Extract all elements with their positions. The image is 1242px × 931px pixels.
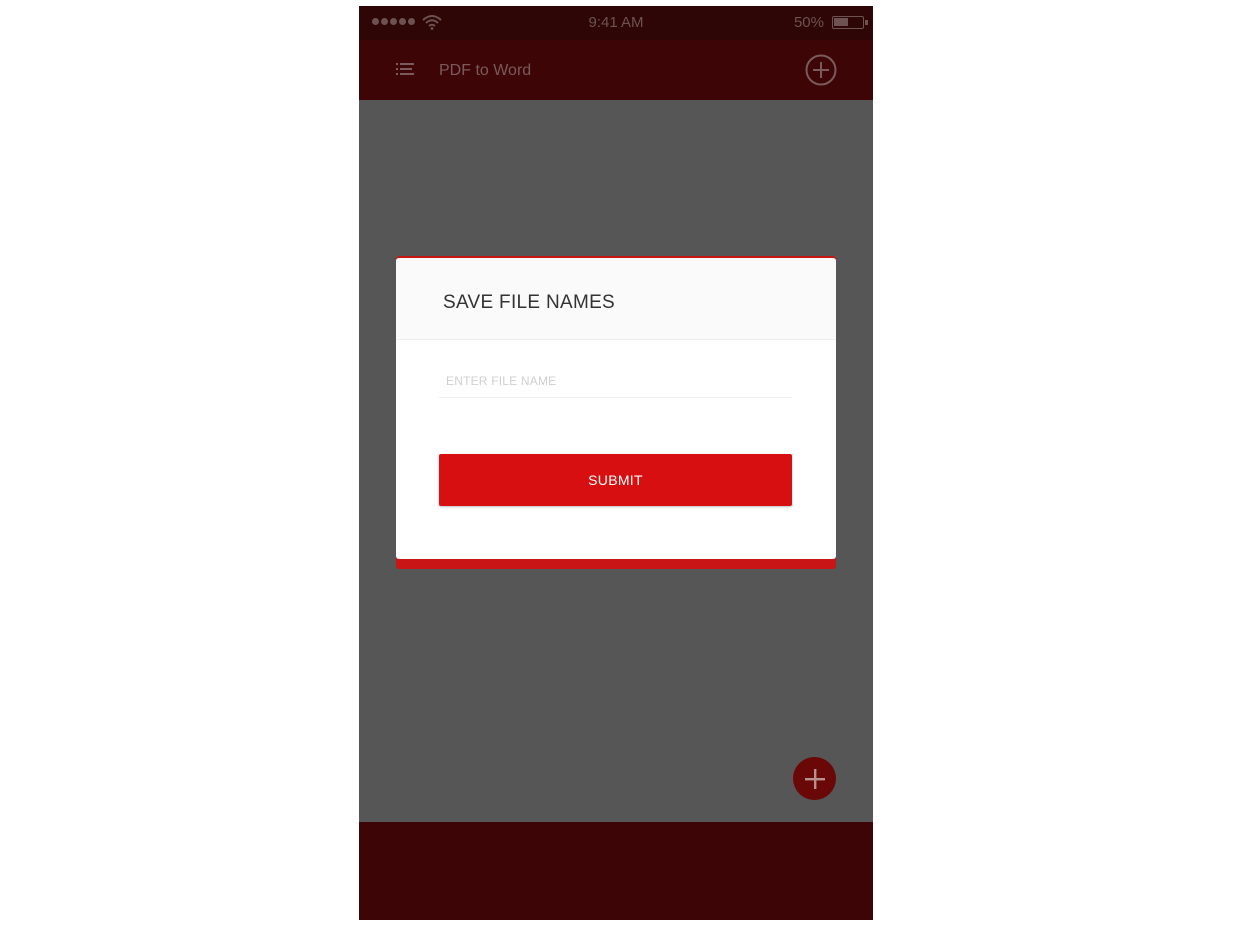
battery-percentage: 50% xyxy=(793,14,824,31)
app-bar: PDF to Word xyxy=(359,40,873,100)
plus-circle-icon[interactable] xyxy=(805,54,837,86)
plus-icon xyxy=(804,768,825,789)
submit-button[interactable]: SUBMIT xyxy=(439,454,792,506)
dialog-title: SAVE FILE NAMES xyxy=(443,292,616,313)
add-file-fab[interactable] xyxy=(793,757,836,800)
menu-icon[interactable] xyxy=(396,62,414,76)
dialog-header: SAVE FILE NAMES xyxy=(396,258,836,340)
bottom-bar xyxy=(359,822,873,920)
phone-screen: 9:41 AM 50% PDF to Word SAVE FILE NAMES … xyxy=(359,6,873,920)
status-bar: 9:41 AM 50% xyxy=(359,6,873,40)
battery-icon xyxy=(832,16,868,29)
file-name-input[interactable] xyxy=(439,364,792,398)
save-file-dialog: SAVE FILE NAMES SUBMIT xyxy=(396,258,836,559)
app-title: PDF to Word xyxy=(439,62,532,79)
battery-fill xyxy=(834,18,848,26)
